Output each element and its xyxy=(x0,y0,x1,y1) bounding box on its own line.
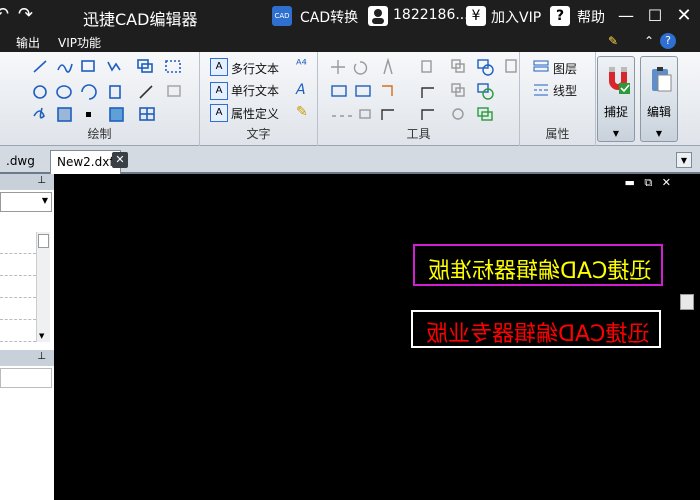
edit-dropdown-icon[interactable]: ▼ xyxy=(641,129,677,138)
clipboard-icon xyxy=(652,67,672,92)
attribute-definition-icon: A xyxy=(210,104,228,122)
list-item[interactable] xyxy=(0,276,36,298)
title-bar: ↶ ↷ 迅捷CAD编辑器 CAD CAD转换 1822186... ¥ 加入VI… xyxy=(0,0,700,32)
maximize-button[interactable]: ☐ xyxy=(643,4,667,28)
canvas-window-controls[interactable]: ▬ ⧉ ✕ xyxy=(625,176,674,190)
user-icon[interactable] xyxy=(368,6,388,26)
multiline-text-button[interactable]: 多行文本 xyxy=(231,60,279,77)
standard-edition-text[interactable]: 迅捷CAD编辑器标准版 xyxy=(428,253,651,285)
panel-scrollbar[interactable]: ▼ xyxy=(36,232,50,342)
customize-icon[interactable]: ✎ xyxy=(608,34,618,48)
list-item[interactable] xyxy=(0,254,36,276)
menu-vip[interactable]: VIP功能 xyxy=(58,34,101,51)
list-item[interactable] xyxy=(0,298,36,320)
single-text-icon: A xyxy=(210,82,228,100)
linetype-button[interactable]: 线型 xyxy=(553,82,577,99)
edit-label: 编辑 xyxy=(646,105,671,119)
list-item[interactable] xyxy=(0,232,36,254)
snap-dropdown-icon[interactable]: ▼ xyxy=(598,129,634,138)
draw-tools-icons[interactable] xyxy=(30,58,190,124)
cad-convert-icon[interactable]: CAD xyxy=(272,6,292,26)
multiline-text-icon: A xyxy=(210,58,228,76)
scroll-thumb[interactable] xyxy=(38,234,49,248)
redo-icon[interactable]: ↷ xyxy=(18,4,33,25)
text-pencil-icon[interactable]: ✎ xyxy=(296,104,314,122)
list-item[interactable] xyxy=(0,320,36,342)
document-tabs: .dwg New2.dxf ▼ xyxy=(0,146,700,174)
layer-button[interactable]: 图层 xyxy=(553,60,577,77)
join-vip-button[interactable]: 加入VIP xyxy=(491,7,541,27)
help-circle-icon[interactable]: ? xyxy=(660,33,676,49)
professional-edition-text[interactable]: 迅捷CAD编辑器专业版 xyxy=(426,316,649,348)
user-account[interactable]: 1822186... xyxy=(393,7,469,23)
canvas-scroll-thumb[interactable] xyxy=(680,294,694,310)
pin-icon[interactable]: ⊥ xyxy=(37,175,46,186)
panel-dropdown[interactable]: ▼ xyxy=(0,192,52,212)
undo-icon[interactable]: ↶ xyxy=(0,4,9,25)
tools-icons[interactable] xyxy=(330,58,520,124)
text-group-label: 文字 xyxy=(246,127,271,141)
pin-icon[interactable]: ⊥ xyxy=(37,351,46,362)
tabs-menu-icon[interactable]: ▼ xyxy=(676,152,692,168)
layer-icon xyxy=(532,58,550,76)
tools-group-label: 工具 xyxy=(406,127,431,141)
draw-group-label: 绘制 xyxy=(87,127,112,141)
text-group: A 多行文本 A 单行文本 A 属性定义 ᴬ⁴ A ✎ 文字 xyxy=(200,52,318,146)
attribute-definition-button[interactable]: 属性定义 xyxy=(231,105,279,122)
text-style-icon[interactable]: ᴬ⁴ xyxy=(296,58,314,76)
magnet-icon xyxy=(609,67,630,94)
linetype-icon xyxy=(532,80,550,98)
snap-button[interactable]: 捕捉 ▼ xyxy=(597,56,635,142)
panel-field[interactable] xyxy=(0,368,52,388)
minimize-button[interactable]: — xyxy=(614,4,638,28)
menu-bar: 输出 VIP功能 ✎ ⌃ ? xyxy=(0,32,700,52)
close-button[interactable]: ✕ xyxy=(672,4,696,28)
dropdown-arrow-icon: ▼ xyxy=(41,196,48,205)
snap-label: 捕捉 xyxy=(603,105,628,119)
ribbon: 绘制 A 多行文本 A 单行文本 A 属性定义 ᴬ⁴ A ✎ 文字 工具 图层 … xyxy=(0,52,700,146)
tab-dwg[interactable]: .dwg xyxy=(0,150,41,174)
vip-icon[interactable]: ¥ xyxy=(466,6,486,26)
app-title: 迅捷CAD编辑器 xyxy=(83,10,198,29)
collapse-ribbon-icon[interactable]: ⌃ xyxy=(644,34,654,48)
tools-group: 工具 xyxy=(318,52,520,146)
properties-group-label: 属性 xyxy=(545,127,570,141)
text-edit-icon[interactable]: A xyxy=(296,82,314,100)
tab-new2-dxf[interactable]: New2.dxf xyxy=(50,150,121,174)
scroll-down-icon[interactable]: ▼ xyxy=(39,332,44,340)
draw-group: 绘制 xyxy=(0,52,200,146)
left-panel: ⊥ ▼ ▼ ⊥ xyxy=(0,174,54,500)
single-text-button[interactable]: 单行文本 xyxy=(231,82,279,99)
edit-button[interactable]: 编辑 ▼ xyxy=(640,56,678,142)
menu-export[interactable]: 输出 xyxy=(16,34,40,51)
tab-close-icon[interactable]: ✕ xyxy=(112,152,128,168)
panel-header: ⊥ xyxy=(0,174,54,190)
help-button[interactable]: 帮助 xyxy=(577,7,605,27)
drawing-canvas[interactable]: ▬ ⧉ ✕ 迅捷CAD编辑器标准版 迅捷CAD编辑器专业版 xyxy=(56,174,700,500)
panel-header-2: ⊥ xyxy=(0,350,54,366)
properties-group: 图层 线型 属性 xyxy=(520,52,596,146)
cad-convert-button[interactable]: CAD转换 xyxy=(300,7,358,27)
help-icon[interactable]: ? xyxy=(550,6,570,26)
